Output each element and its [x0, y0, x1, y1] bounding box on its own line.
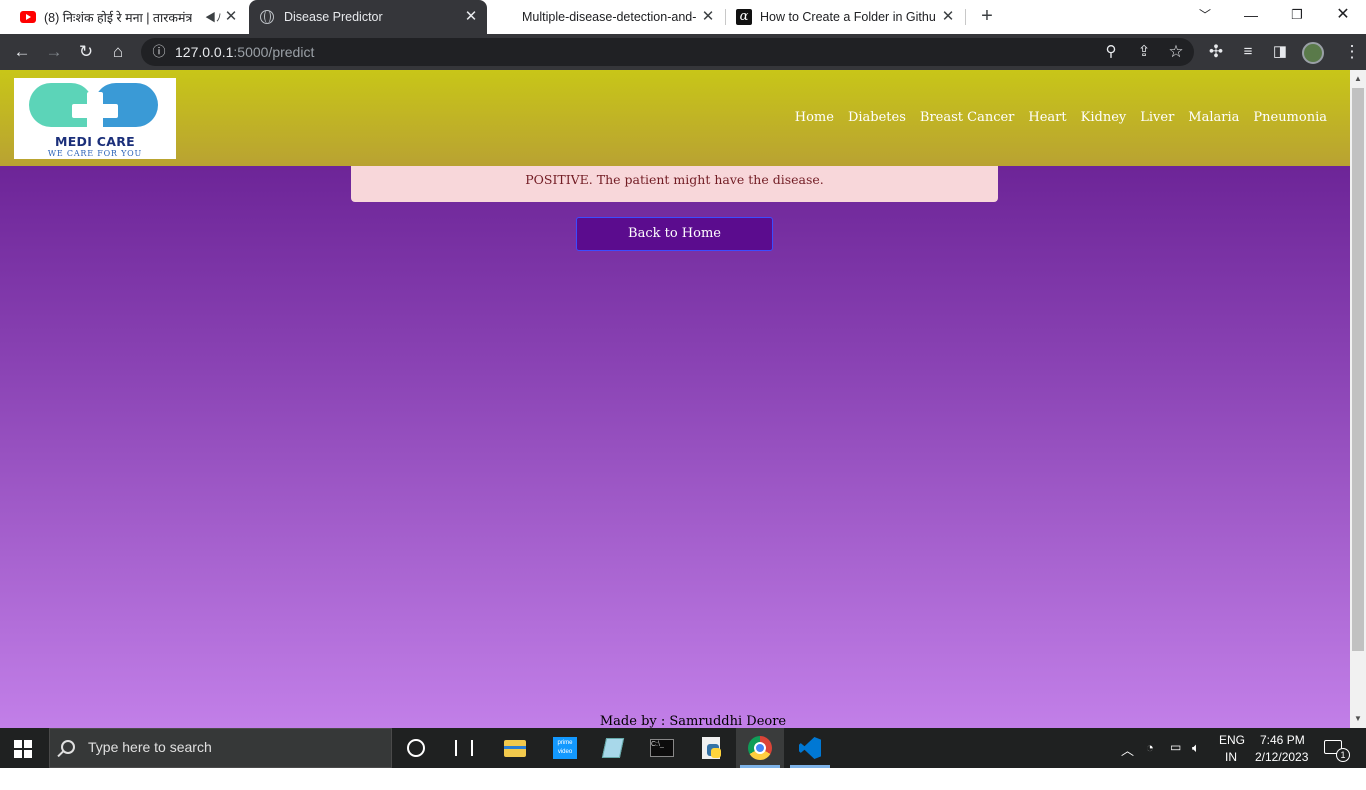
nav-malaria[interactable]: Malaria [1188, 110, 1239, 125]
site-nav-links: Home Diabetes Breast Cancer Heart Kidney… [795, 110, 1327, 125]
windows-start-icon[interactable] [14, 740, 32, 758]
back-arrow-icon[interactable]: ← [10, 40, 34, 64]
prime-video-icon[interactable]: prime video [552, 734, 580, 762]
nav-home[interactable]: Home [795, 110, 834, 125]
speaker-icon[interactable]: ◀ﾉ [205, 9, 222, 25]
nav-diabetes[interactable]: Diabetes [848, 110, 906, 125]
home-icon[interactable]: ⌂ [106, 40, 130, 64]
url-text[interactable]: 127.0.0.1:5000/predict [175, 42, 314, 62]
window-close-icon[interactable]: ✕ [1320, 0, 1366, 30]
page-content: MEDI CARE WE CARE FOR YOU Home Diabetes … [0, 70, 1350, 728]
file-explorer-icon[interactable] [502, 734, 530, 762]
globe-icon [260, 10, 274, 24]
prediction-result-alert: POSITIVE. The patient might have the dis… [351, 166, 998, 202]
minimize-icon[interactable]: — [1228, 0, 1274, 30]
alpha-icon: α [736, 9, 752, 25]
tab-disease-predictor[interactable]: Disease Predictor ✕ [249, 0, 487, 34]
nav-pneumonia[interactable]: Pneumonia [1253, 110, 1327, 125]
tab-title: How to Create a Folder in Github [760, 10, 935, 24]
close-icon[interactable]: ✕ [463, 9, 479, 25]
tab-title: (8) निःशंक होई रे मना | तारकमंत्र [44, 10, 192, 25]
tab-youtube[interactable]: (8) निःशंक होई रे मना | तारकमंत्र ◀ﾉ ✕ [12, 0, 247, 34]
restore-icon[interactable]: ❐ [1274, 0, 1320, 30]
notification-badge: 1 [1336, 748, 1350, 762]
footer-credit: Made by : Samruddhi Deore [599, 714, 787, 728]
nav-kidney[interactable]: Kidney [1081, 110, 1127, 125]
scrollbar-thumb[interactable] [1352, 88, 1364, 651]
battery-icon[interactable]: ▭ [1170, 740, 1181, 780]
search-icon [61, 740, 75, 754]
browser-tab-strip: (8) निःशंक होई रे मना | तारकमंत्र ◀ﾉ ✕ D… [0, 0, 1366, 34]
medicare-logo[interactable]: MEDI CARE WE CARE FOR YOU [14, 78, 176, 159]
tab-divider [725, 9, 726, 25]
terminal-icon[interactable]: C:\_ [648, 734, 676, 762]
nav-liver[interactable]: Liver [1140, 110, 1174, 125]
region-indicator[interactable]: IN [1225, 750, 1237, 790]
notepad-icon[interactable] [600, 734, 628, 762]
scroll-up-icon[interactable]: ▲ [1350, 72, 1366, 86]
nav-breast-cancer[interactable]: Breast Cancer [920, 110, 1015, 125]
cortana-icon[interactable] [407, 739, 425, 757]
menu-kebab-icon[interactable]: ⋮ [1340, 40, 1364, 64]
tab-github-folder[interactable]: α How to Create a Folder in Github ✕ [728, 0, 964, 34]
logo-cross-bar [72, 104, 118, 118]
tab-title: Disease Predictor [284, 10, 383, 24]
new-tab-icon[interactable]: + [977, 6, 997, 26]
forward-arrow-icon[interactable]: → [42, 40, 66, 64]
close-icon[interactable]: ✕ [700, 9, 716, 25]
chrome-icon[interactable] [746, 734, 774, 762]
task-view-icon[interactable] [455, 740, 473, 756]
zoom-icon[interactable]: ⚲ [1099, 40, 1123, 64]
reload-icon[interactable]: ↻ [74, 40, 98, 64]
network-icon[interactable]: ◔ [1146, 740, 1154, 780]
clock-date[interactable]: 2/12/2023 [1255, 750, 1308, 790]
back-to-home-button[interactable]: Back to Home [576, 217, 773, 251]
url-path: :5000/predict [233, 44, 315, 60]
share-icon[interactable]: ⇪ [1132, 40, 1156, 64]
extensions-icon[interactable]: ✣ [1204, 40, 1228, 64]
close-icon[interactable]: ✕ [940, 9, 956, 25]
tab-github-repo[interactable]: Multiple-disease-detection-and-p ✕ [488, 0, 724, 34]
tray-overflow-icon[interactable]: ︿ [1121, 740, 1134, 780]
media-queue-icon[interactable]: ≡ [1236, 40, 1260, 64]
youtube-icon [20, 11, 36, 23]
nav-heart[interactable]: Heart [1028, 110, 1066, 125]
close-icon[interactable]: ✕ [223, 9, 239, 25]
site-navbar: MEDI CARE WE CARE FOR YOU Home Diabetes … [0, 70, 1350, 166]
side-panel-icon[interactable]: ◨ [1268, 40, 1292, 64]
logo-tagline: WE CARE FOR YOU [47, 149, 143, 158]
site-info-icon[interactable]: ⓘ [147, 40, 171, 64]
profile-avatar[interactable] [1302, 42, 1324, 64]
bookmark-star-icon[interactable]: ☆ [1164, 40, 1188, 64]
volume-icon[interactable]: 🔈︎ [1192, 740, 1200, 780]
tab-divider [965, 9, 966, 25]
vscode-icon[interactable] [796, 734, 824, 762]
url-host: 127.0.0.1 [175, 44, 234, 60]
tab-title: Multiple-disease-detection-and-p [522, 10, 696, 24]
tab-search-icon[interactable]: ﹀ [1182, 0, 1228, 30]
python-files-icon[interactable] [698, 734, 726, 762]
logo-brand: MEDI CARE [54, 134, 136, 149]
taskbar-search-placeholder: Type here to search [88, 739, 212, 755]
scroll-down-icon[interactable]: ▼ [1350, 712, 1366, 726]
